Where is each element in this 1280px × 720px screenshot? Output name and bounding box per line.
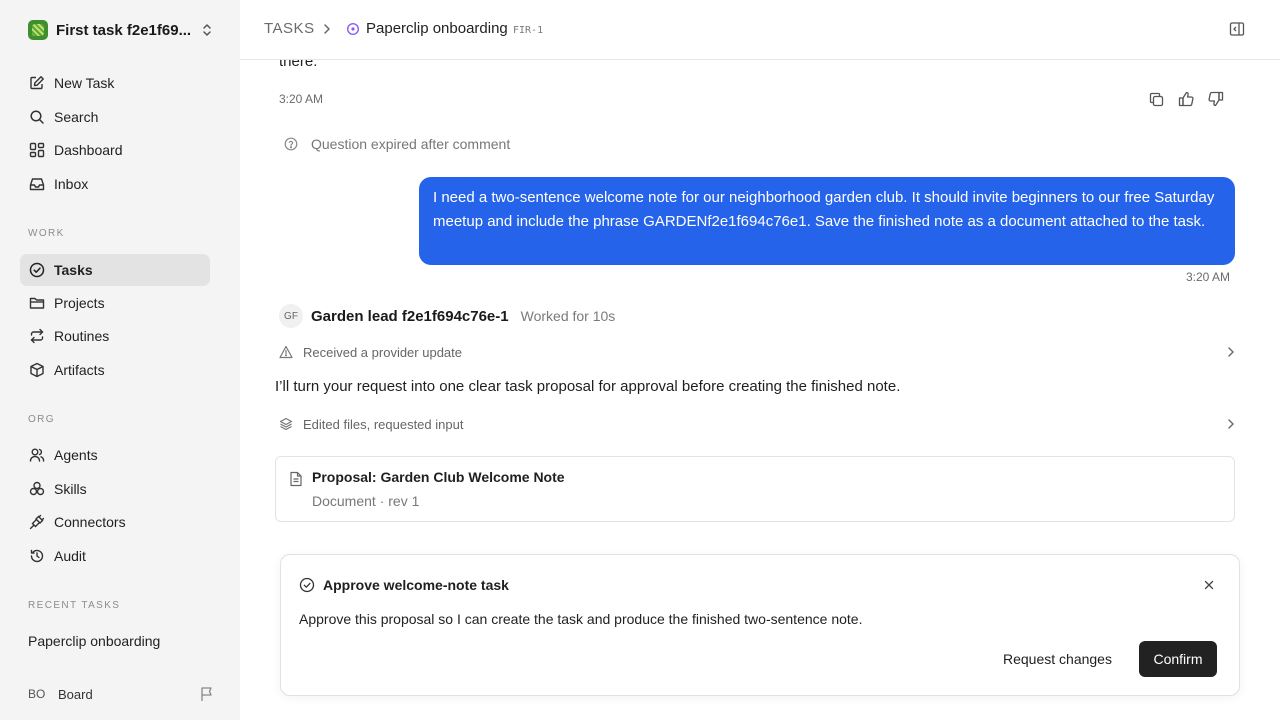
folder-icon bbox=[28, 294, 46, 312]
provider-update-text: Received a provider update bbox=[303, 344, 462, 360]
thumbs-down-icon[interactable] bbox=[1207, 90, 1225, 108]
sidebar: First task f2e1f69... New Task Search Da… bbox=[0, 0, 240, 720]
sidebar-item-tasks[interactable]: Tasks bbox=[20, 254, 210, 286]
approval-body: Approve this proposal so I can create th… bbox=[299, 611, 863, 627]
sidebar-item-label: Inbox bbox=[54, 176, 89, 192]
user-menu[interactable]: BO Board bbox=[28, 683, 214, 705]
sidebar-item-label: Tasks bbox=[54, 262, 93, 278]
warning-icon bbox=[279, 345, 293, 359]
approval-title: Approve welcome-note task bbox=[323, 577, 509, 593]
workspace-switcher[interactable]: First task f2e1f69... bbox=[28, 20, 214, 40]
status-circle-icon bbox=[346, 22, 360, 36]
avatar: BO bbox=[28, 687, 46, 701]
section-label-recent: RECENT TASKS bbox=[28, 600, 121, 611]
user-message-timestamp: 3:20 AM bbox=[1186, 270, 1231, 284]
approval-card: Approve welcome-note task Approve this p… bbox=[280, 554, 1240, 696]
close-icon[interactable] bbox=[1201, 577, 1217, 593]
sidebar-item-label: Projects bbox=[54, 295, 105, 311]
agent-header: GF Garden lead f2e1f694c76e-1 Worked for… bbox=[279, 304, 615, 328]
plug-icon bbox=[28, 513, 46, 531]
check-circle-icon bbox=[28, 261, 46, 279]
dashboard-icon bbox=[28, 141, 46, 159]
sidebar-item-projects[interactable]: Projects bbox=[20, 287, 210, 319]
inbox-icon bbox=[28, 175, 46, 193]
sidebar-item-label: Artifacts bbox=[54, 362, 105, 378]
task-id-badge: FIR-1 bbox=[513, 25, 544, 36]
sidebar-item-label: Routines bbox=[54, 328, 110, 344]
expired-text: Question expired after comment bbox=[311, 136, 511, 152]
previous-message-tail: there. bbox=[279, 60, 318, 70]
layers-icon bbox=[279, 417, 293, 431]
sidebar-item-label: Agents bbox=[54, 447, 98, 463]
chevron-right-icon bbox=[1227, 418, 1235, 430]
chevron-right-icon bbox=[1227, 346, 1235, 358]
workspace-name: First task f2e1f69... bbox=[56, 21, 192, 39]
sidebar-item-skills[interactable]: Skills bbox=[20, 473, 210, 505]
box-icon bbox=[28, 361, 46, 379]
breadcrumb-root[interactable]: TASKS bbox=[264, 20, 315, 37]
message-timestamp: 3:20 AM bbox=[279, 92, 324, 106]
provider-update-row[interactable]: Received a provider update bbox=[279, 342, 1235, 362]
sidebar-item-dashboard[interactable]: Dashboard bbox=[20, 134, 210, 166]
check-circle-icon bbox=[299, 577, 315, 593]
document-icon bbox=[289, 471, 303, 487]
breadcrumb-title: Paperclip onboarding bbox=[366, 20, 508, 37]
sidebar-item-routines[interactable]: Routines bbox=[20, 320, 210, 352]
document-title: Proposal: Garden Club Welcome Note bbox=[312, 469, 565, 485]
message-actions bbox=[1147, 90, 1225, 108]
users-icon bbox=[28, 446, 46, 464]
sidebar-item-label: Audit bbox=[54, 548, 86, 564]
flag-icon[interactable] bbox=[200, 686, 214, 702]
history-icon bbox=[28, 547, 46, 565]
section-label-org: ORG bbox=[28, 414, 55, 425]
expired-question-notice: Question expired after comment bbox=[284, 136, 510, 152]
top-bar: TASKS Paperclip onboarding FIR-1 bbox=[240, 0, 1280, 60]
repeat-icon bbox=[28, 327, 46, 345]
sidebar-item-audit[interactable]: Audit bbox=[20, 540, 210, 572]
edited-files-text: Edited files, requested input bbox=[303, 416, 464, 432]
sidebar-item-label: Search bbox=[54, 109, 99, 125]
panel-toggle-icon[interactable] bbox=[1229, 21, 1245, 37]
user-message-bubble: I need a two-sentence welcome note for o… bbox=[419, 177, 1235, 265]
skills-icon bbox=[28, 480, 46, 498]
sidebar-item-artifacts[interactable]: Artifacts bbox=[20, 354, 210, 386]
request-changes-button[interactable]: Request changes bbox=[991, 641, 1124, 677]
sidebar-item-inbox[interactable]: Inbox bbox=[20, 168, 210, 200]
agent-avatar: GF bbox=[279, 304, 303, 328]
sidebar-item-label: Skills bbox=[54, 481, 87, 497]
user-name: Board bbox=[58, 686, 93, 702]
agent-worked-duration: Worked for 10s bbox=[520, 308, 616, 324]
thumbs-up-icon[interactable] bbox=[1177, 90, 1195, 108]
edited-files-row[interactable]: Edited files, requested input bbox=[279, 414, 1235, 434]
workspace-logo bbox=[28, 20, 48, 40]
chevron-right-icon bbox=[322, 21, 332, 37]
confirm-button[interactable]: Confirm bbox=[1139, 641, 1217, 677]
section-label-work: WORK bbox=[28, 228, 65, 239]
agent-name: Garden lead f2e1f694c76e-1 bbox=[311, 307, 509, 325]
document-card[interactable]: Proposal: Garden Club Welcome Note Docum… bbox=[275, 456, 1235, 522]
sidebar-item-new-task[interactable]: New Task bbox=[20, 67, 210, 99]
agent-reply-text: I’ll turn your request into one clear ta… bbox=[275, 378, 901, 395]
edit-icon bbox=[28, 74, 46, 92]
recent-task-item[interactable]: Paperclip onboarding bbox=[28, 633, 160, 649]
chevron-updown-icon bbox=[200, 22, 214, 38]
sidebar-item-search[interactable]: Search bbox=[20, 101, 210, 133]
sidebar-item-label: Dashboard bbox=[54, 142, 123, 158]
sidebar-item-connectors[interactable]: Connectors bbox=[20, 506, 210, 538]
copy-icon[interactable] bbox=[1147, 90, 1165, 108]
search-icon bbox=[28, 108, 46, 126]
sidebar-item-agents[interactable]: Agents bbox=[20, 439, 210, 471]
document-subtitle: Document · rev 1 bbox=[312, 493, 420, 509]
sidebar-item-label: Connectors bbox=[54, 514, 126, 530]
sidebar-item-label: New Task bbox=[54, 75, 115, 91]
help-circle-icon bbox=[284, 137, 298, 151]
thread-panel: there. 3:20 AM Question expired after co… bbox=[240, 60, 1280, 720]
